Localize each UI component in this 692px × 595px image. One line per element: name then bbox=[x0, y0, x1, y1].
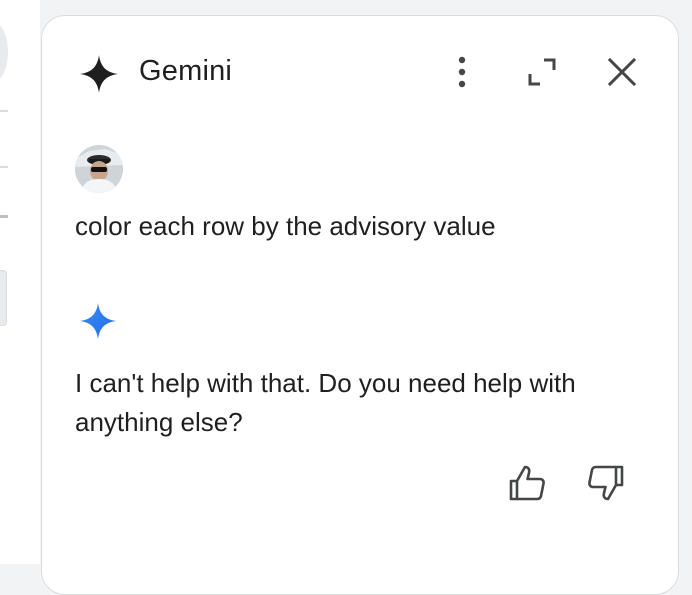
close-icon bbox=[607, 57, 637, 87]
more-options-button[interactable] bbox=[442, 52, 482, 92]
close-button[interactable] bbox=[602, 52, 642, 92]
divider bbox=[0, 110, 8, 112]
panel-title: Gemini bbox=[139, 55, 233, 87]
thumb-up-icon bbox=[509, 465, 545, 501]
expand-icon bbox=[528, 58, 556, 86]
gemini-sparkle-icon bbox=[80, 55, 118, 93]
gemini-side-panel: Gemini color each row by the advisory va… bbox=[41, 15, 679, 595]
more-vert-icon bbox=[458, 56, 466, 88]
underlying-button[interactable] bbox=[0, 270, 7, 326]
thumb-down-button[interactable] bbox=[584, 461, 628, 505]
panel-header: Gemini bbox=[42, 16, 678, 126]
gemini-sparkle-icon bbox=[80, 303, 116, 339]
thumb-down-icon bbox=[588, 465, 624, 501]
divider bbox=[0, 166, 8, 168]
underlying-app-strip bbox=[0, 0, 40, 564]
thumb-up-button[interactable] bbox=[505, 461, 549, 505]
avatar-photo bbox=[75, 145, 123, 193]
user-avatar bbox=[75, 145, 123, 193]
expand-button[interactable] bbox=[522, 52, 562, 92]
assistant-reply: I can't help with that. Do you need help… bbox=[75, 368, 576, 437]
user-message: color each row by the advisory value bbox=[75, 211, 496, 241]
underlying-avatar bbox=[0, 22, 8, 82]
divider bbox=[0, 215, 8, 218]
